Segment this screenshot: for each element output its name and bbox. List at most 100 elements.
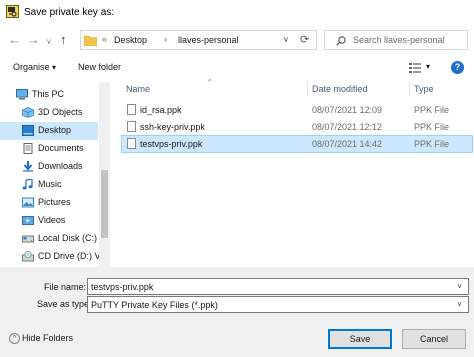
savetype-select[interactable]: PuTTY Private Key Files (*.ppk) ∨ bbox=[87, 296, 469, 313]
hide-folders-label: Hide Folders bbox=[22, 333, 74, 343]
sidebar-item-label: Music bbox=[38, 179, 62, 189]
local-disk-icon bbox=[22, 235, 34, 243]
navigation-pane: This PC 3D Objects Desktop Documents Dow… bbox=[0, 82, 110, 267]
arrow-right-icon: → bbox=[27, 32, 40, 47]
sidebar-item-this-pc[interactable]: This PC bbox=[0, 86, 98, 104]
savetype-value: PuTTY Private Key Files (*.ppk) bbox=[91, 300, 218, 310]
title-bar: Save private key as: bbox=[0, 0, 474, 25]
putty-key-icon bbox=[6, 5, 19, 18]
arrow-left-icon: ← bbox=[8, 32, 21, 47]
sidebar-item-label: 3D Objects bbox=[38, 107, 83, 117]
back-button[interactable]: ← bbox=[8, 33, 21, 47]
breadcrumb-llaves-personal[interactable]: llaves-personal bbox=[178, 35, 239, 45]
refresh-icon: ⟳ bbox=[300, 34, 310, 46]
sidebar-item-label: CD Drive (D:) Vir bbox=[38, 251, 106, 261]
recent-locations-button[interactable]: ∨ bbox=[46, 35, 52, 49]
sidebar-item-label: Pictures bbox=[38, 197, 71, 207]
filename-input[interactable]: testvps-priv.ppk ∨ bbox=[87, 278, 469, 295]
help-icon: ? bbox=[454, 62, 461, 72]
sidebar-item-label: Local Disk (C:) bbox=[38, 233, 98, 243]
sidebar-item-pictures[interactable]: Pictures bbox=[0, 194, 98, 212]
file-icon bbox=[127, 121, 136, 132]
view-list-icon bbox=[409, 63, 421, 73]
savetype-label: Save as type: bbox=[37, 299, 92, 309]
breadcrumb-separator: › bbox=[164, 34, 167, 44]
arrow-up-icon: ↑ bbox=[60, 32, 67, 47]
file-date: 08/07/2021 14:42 bbox=[312, 139, 383, 149]
search-input[interactable]: Search llaves-personal bbox=[353, 35, 445, 45]
window-title: Save private key as: bbox=[24, 7, 115, 18]
cd-drive-icon bbox=[22, 251, 34, 262]
organise-label: Organise bbox=[13, 62, 50, 72]
column-divider[interactable] bbox=[307, 82, 308, 96]
column-header-name[interactable]: Name bbox=[126, 84, 150, 94]
sidebar-item-local-disk[interactable]: Local Disk (C:) bbox=[0, 230, 98, 248]
videos-icon bbox=[22, 216, 34, 225]
file-name: id_rsa.ppk bbox=[140, 105, 182, 115]
file-row[interactable]: id_rsa.ppk 08/07/2021 12:09 PPK File bbox=[122, 102, 472, 118]
sidebar-item-label: Videos bbox=[38, 215, 66, 225]
file-icon bbox=[127, 104, 136, 115]
sidebar-item-label: Desktop bbox=[38, 125, 72, 135]
organise-button[interactable]: Organise ▾ bbox=[13, 62, 56, 72]
computer-icon bbox=[16, 89, 28, 100]
refresh-button[interactable]: ⟳ bbox=[300, 33, 309, 46]
column-divider[interactable] bbox=[409, 82, 410, 96]
change-view-button[interactable]: ▾ bbox=[408, 61, 434, 75]
sidebar-item-music[interactable]: Music bbox=[0, 176, 98, 194]
file-date: 08/07/2021 12:09 bbox=[312, 105, 383, 115]
pictures-icon bbox=[22, 197, 34, 208]
filename-value: testvps-priv.ppk bbox=[91, 282, 154, 292]
sidebar-item-label: Downloads bbox=[38, 161, 83, 171]
file-type: PPK File bbox=[414, 122, 450, 132]
file-name: ssh-key-priv.ppk bbox=[140, 122, 205, 132]
new-folder-button[interactable]: New folder bbox=[78, 62, 121, 72]
address-bar[interactable]: « Desktop › llaves-personal ∨ ⟳ bbox=[80, 30, 317, 50]
breadcrumb-desktop[interactable]: Desktop bbox=[114, 35, 147, 45]
chevron-down-icon[interactable]: ∨ bbox=[457, 282, 462, 290]
search-icon bbox=[336, 36, 346, 46]
sidebar-item-3d-objects[interactable]: 3D Objects bbox=[0, 104, 98, 122]
filename-label: File name: bbox=[44, 282, 87, 292]
sidebar-item-cd-drive[interactable]: CD Drive (D:) Vir bbox=[0, 248, 105, 266]
desktop-icon bbox=[22, 125, 34, 136]
folder-icon bbox=[84, 35, 97, 46]
file-type: PPK File bbox=[414, 139, 450, 149]
sidebar-item-documents[interactable]: Documents bbox=[0, 140, 98, 158]
downloads-icon bbox=[23, 161, 33, 172]
help-button[interactable]: ? bbox=[451, 61, 464, 74]
music-icon bbox=[22, 179, 33, 190]
chevron-down-icon: ▾ bbox=[426, 62, 431, 71]
chevron-down-icon[interactable]: ∨ bbox=[457, 300, 462, 308]
horizontal-scrollbar[interactable] bbox=[0, 267, 474, 274]
breadcrumb-overflow[interactable]: « bbox=[102, 34, 107, 44]
file-date: 08/07/2021 12:12 bbox=[312, 122, 383, 132]
forward-button[interactable]: → bbox=[27, 33, 40, 47]
column-header-type[interactable]: Type bbox=[414, 84, 434, 94]
sidebar-item-videos[interactable]: Videos bbox=[0, 212, 98, 230]
file-icon bbox=[127, 138, 136, 149]
file-type: PPK File bbox=[414, 105, 450, 115]
chevron-down-icon: ∨ bbox=[283, 35, 289, 44]
chevron-up-icon: ^ bbox=[9, 333, 20, 344]
documents-icon bbox=[23, 143, 33, 154]
sidebar-item-desktop[interactable]: Desktop bbox=[0, 122, 98, 140]
sidebar-item-label: This PC bbox=[32, 89, 65, 99]
sidebar-item-label: Documents bbox=[38, 143, 84, 153]
column-header-date-modified[interactable]: Date modified bbox=[312, 84, 368, 94]
file-name: testvps-priv.ppk bbox=[140, 139, 203, 149]
file-row[interactable]: ssh-key-priv.ppk 08/07/2021 12:12 PPK Fi… bbox=[122, 119, 472, 135]
chevron-down-icon: ▾ bbox=[52, 63, 57, 72]
sort-ascending-icon: ^ bbox=[208, 79, 212, 86]
address-dropdown-button[interactable]: ∨ bbox=[283, 35, 289, 44]
file-list: ^ Name Date modified Type id_rsa.ppk 08/… bbox=[112, 79, 474, 267]
up-button[interactable]: ↑ bbox=[60, 32, 67, 47]
sidebar-item-downloads[interactable]: Downloads bbox=[0, 158, 98, 176]
search-box[interactable]: Search llaves-personal bbox=[324, 30, 468, 50]
file-row-selected[interactable]: testvps-priv.ppk 08/07/2021 14:42 PPK Fi… bbox=[121, 135, 473, 153]
3d-objects-icon bbox=[22, 107, 34, 118]
toolbar: Organise ▾ New folder ▾ ? bbox=[0, 57, 474, 79]
cancel-button[interactable]: Cancel bbox=[402, 329, 466, 349]
save-button[interactable]: Save bbox=[328, 329, 392, 349]
scrollbar-thumb[interactable] bbox=[101, 170, 108, 238]
